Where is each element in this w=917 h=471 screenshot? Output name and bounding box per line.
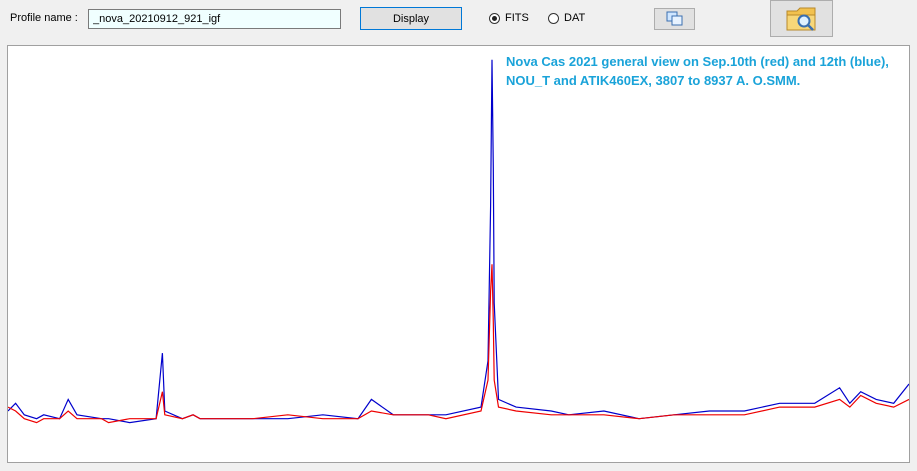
profile-name-input[interactable]: [88, 9, 341, 29]
spectrum-plot: Nova Cas 2021 general view on Sep.10th (…: [7, 45, 910, 463]
copy-button[interactable]: [654, 8, 695, 30]
display-button[interactable]: Display: [360, 7, 462, 30]
format-fits-label: FITS: [505, 12, 529, 24]
radio-selected-icon: [489, 12, 500, 24]
profile-name-label: Profile name :: [10, 12, 78, 24]
plot-title: Nova Cas 2021 general view on Sep.10th (…: [506, 54, 889, 88]
format-dat-label: DAT: [564, 12, 586, 24]
format-radio-dat[interactable]: DAT: [548, 12, 585, 24]
format-radio-fits[interactable]: FITS: [489, 12, 529, 24]
copy-windows-icon: [666, 11, 682, 26]
spectrum-series-2: [8, 264, 909, 424]
browse-folder-button[interactable]: [770, 0, 833, 37]
folder-magnifier-icon: [786, 7, 815, 31]
spectrum-series-1: [8, 59, 909, 424]
spectrum-svg: [8, 59, 909, 424]
radio-unselected-icon: [548, 12, 559, 24]
